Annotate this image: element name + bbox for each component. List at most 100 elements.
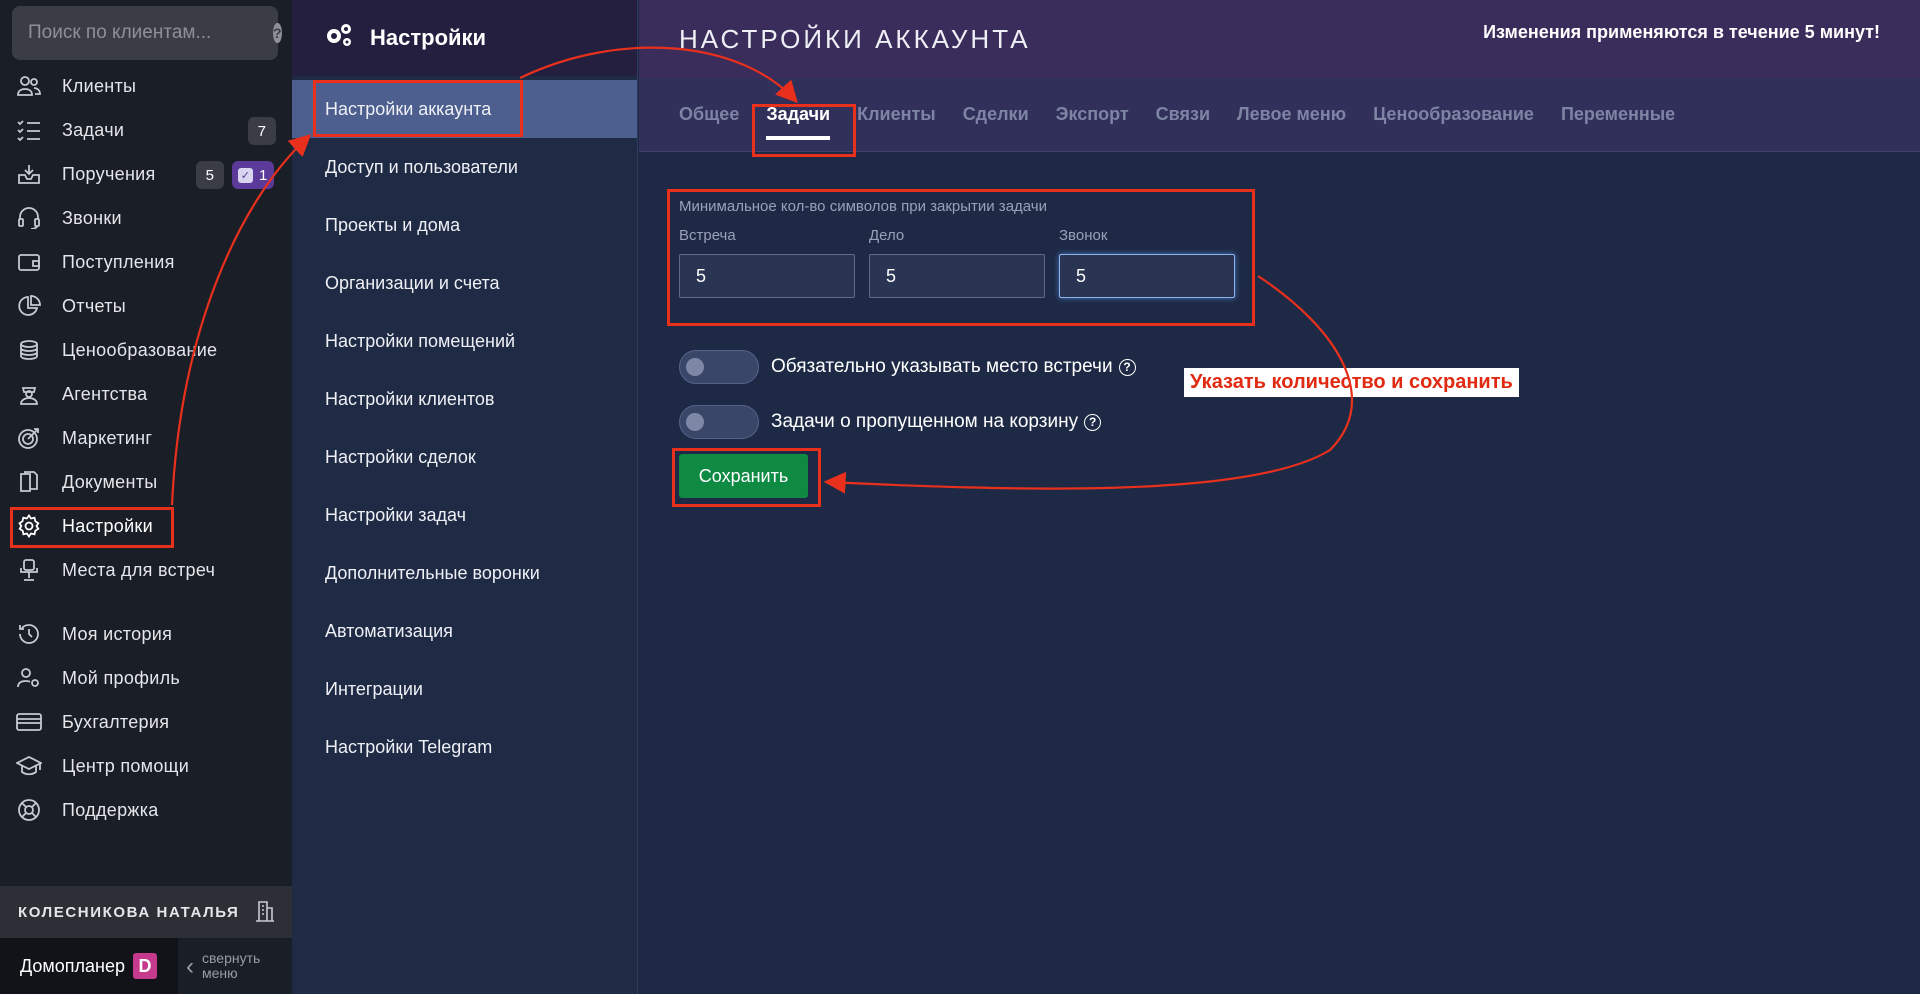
submenu-item-projects[interactable]: Проекты и дома: [292, 196, 637, 254]
sidebar-item-meeting-places[interactable]: Места для встреч: [0, 548, 292, 592]
submenu-item-funnels[interactable]: Дополнительные воронки: [292, 544, 637, 602]
checkbox-icon: ✓: [238, 167, 253, 183]
submenu-item-telegram[interactable]: Настройки Telegram: [292, 718, 637, 776]
sidebar-item-label: Поддержка: [62, 799, 159, 820]
sidebar-item-label: Отчеты: [62, 295, 127, 316]
tab-general[interactable]: Общее: [679, 78, 739, 152]
sidebar-item-label: Моя история: [62, 623, 173, 644]
sidebar-item-label: Места для встреч: [62, 559, 216, 580]
sidebar-item-clients[interactable]: Клиенты: [0, 64, 292, 108]
sidebar-item-calls[interactable]: Звонки: [0, 196, 292, 240]
sidebar-item-marketing[interactable]: Маркетинг: [0, 416, 292, 460]
brand-logo[interactable]: Домопланер D: [0, 938, 178, 994]
main-content: НАСТРОЙКИ АККАУНТА Изменения применяются…: [639, 0, 1920, 994]
submenu-item-access-users[interactable]: Доступ и пользователи: [292, 138, 637, 196]
save-button[interactable]: Сохранить: [679, 454, 808, 498]
sidebar-item-pricing[interactable]: Ценообразование: [0, 328, 292, 372]
building-icon[interactable]: [254, 900, 276, 926]
brand-name: Домопланер: [20, 955, 126, 976]
chevron-left-icon: ‹: [186, 952, 194, 980]
meeting-input[interactable]: [679, 254, 855, 298]
tab-links[interactable]: Связи: [1156, 78, 1210, 152]
tab-deals[interactable]: Сделки: [963, 78, 1029, 152]
task-input[interactable]: [869, 254, 1045, 298]
inbox-icon: [16, 161, 42, 187]
search-input[interactable]: [28, 22, 273, 44]
assignments-checked-badge: ✓ 1: [232, 161, 274, 189]
pie-chart-icon: [16, 293, 42, 319]
target-icon: [16, 425, 42, 451]
sidebar-item-label: Агентства: [62, 383, 148, 404]
tasks-icon: [16, 117, 42, 143]
missed-to-trash-toggle[interactable]: [679, 405, 759, 439]
sidebar-item-label: Поручения: [62, 163, 156, 184]
sidebar-item-profile[interactable]: Мой профиль: [0, 656, 292, 700]
current-user[interactable]: КОЛЕСНИКОВА НАТАЛЬЯ: [0, 886, 292, 938]
call-label: Звонок: [1059, 227, 1108, 244]
history-icon: [16, 621, 42, 647]
sidebar-item-settings[interactable]: Настройки: [0, 504, 292, 548]
submenu-title: Настройки: [370, 25, 487, 50]
sidebar-item-tasks[interactable]: Задачи 7: [0, 108, 292, 152]
brand-logo-icon: D: [133, 953, 158, 979]
user-gear-icon: [16, 665, 42, 691]
client-search: ?: [12, 6, 282, 60]
page-header: НАСТРОЙКИ АККАУНТА Изменения применяются…: [639, 0, 1920, 78]
gear-icon: [16, 513, 42, 539]
sidebar-item-documents[interactable]: Документы: [0, 460, 292, 504]
submenu-item-organizations[interactable]: Организации и счета: [292, 254, 637, 312]
headset-icon: [16, 205, 42, 231]
tab-clients[interactable]: Клиенты: [857, 78, 936, 152]
meeting-field: Встреча: [679, 227, 855, 298]
changes-notice: Изменения применяются в течение 5 минут!: [1483, 22, 1880, 42]
meeting-label: Встреча: [679, 227, 736, 244]
submenu-item-deal-settings[interactable]: Настройки сделок: [292, 428, 637, 486]
missed-to-trash-label: Задачи о пропущенном на корзину: [771, 411, 1079, 432]
sidebar-item-assignments[interactable]: Поручения 5 ✓ 1: [0, 152, 292, 196]
sidebar-item-history[interactable]: Моя история: [0, 612, 292, 656]
sidebar-item-label: Маркетинг: [62, 427, 153, 448]
require-meeting-place-row: Обязательно указывать место встречи ?: [679, 350, 1136, 384]
submenu-item-premises-settings[interactable]: Настройки помещений: [292, 312, 637, 370]
sidebar-item-help-center[interactable]: Центр помощи: [0, 744, 292, 788]
min-chars-form: Минимальное кол-во символов при закрытии…: [679, 198, 1235, 298]
chair-icon: [16, 557, 42, 583]
min-chars-label: Минимальное кол-во символов при закрытии…: [679, 198, 1047, 215]
submenu-item-task-settings[interactable]: Настройки задач: [292, 486, 637, 544]
tab-pricing[interactable]: Ценообразование: [1373, 78, 1534, 152]
sidebar-item-label: Мой профиль: [62, 667, 181, 688]
collapse-menu-button[interactable]: ‹ свернуть меню: [178, 938, 292, 994]
sidebar-item-label: Настройки: [62, 515, 153, 536]
sidebar-item-label: Клиенты: [62, 75, 137, 96]
submenu-list: Настройки аккаунта Доступ и пользователи…: [292, 80, 637, 776]
sidebar-item-support[interactable]: Поддержка: [0, 788, 292, 832]
call-input[interactable]: [1059, 254, 1235, 298]
submenu-item-account-settings[interactable]: Настройки аккаунта: [292, 80, 637, 138]
tab-tasks[interactable]: Задачи: [766, 78, 830, 152]
question-icon[interactable]: ?: [1084, 413, 1102, 431]
submenu-item-client-settings[interactable]: Настройки клиентов: [292, 370, 637, 428]
sidebar-item-label: Поступления: [62, 251, 175, 272]
submenu-item-integrations[interactable]: Интеграции: [292, 660, 637, 718]
require-meeting-place-toggle[interactable]: [679, 350, 759, 384]
users-icon: [16, 73, 42, 99]
submenu-item-automation[interactable]: Автоматизация: [292, 602, 637, 660]
sidebar-item-receipts[interactable]: Поступления: [0, 240, 292, 284]
sidebar-item-label: Задачи: [62, 119, 125, 140]
documents-icon: [16, 469, 42, 495]
coins-icon: [16, 337, 42, 363]
gears-icon: [324, 22, 354, 54]
lifebuoy-icon: [16, 797, 42, 823]
sidebar-item-reports[interactable]: Отчеты: [0, 284, 292, 328]
tab-variables[interactable]: Переменные: [1561, 78, 1675, 152]
tab-left-menu[interactable]: Левое меню: [1237, 78, 1346, 152]
help-icon[interactable]: ?: [273, 23, 282, 43]
sidebar-item-accounting[interactable]: Бухгалтерия: [0, 700, 292, 744]
tab-export[interactable]: Экспорт: [1056, 78, 1129, 152]
tasks-count-badge: 7: [248, 117, 276, 145]
sidebar-item-agencies[interactable]: Агентства: [0, 372, 292, 416]
task-label: Дело: [869, 227, 905, 244]
question-icon[interactable]: ?: [1118, 358, 1136, 376]
settings-tabs: Общее Задачи Клиенты Сделки Экспорт Связ…: [639, 78, 1920, 152]
submenu-header: Настройки: [292, 0, 637, 76]
